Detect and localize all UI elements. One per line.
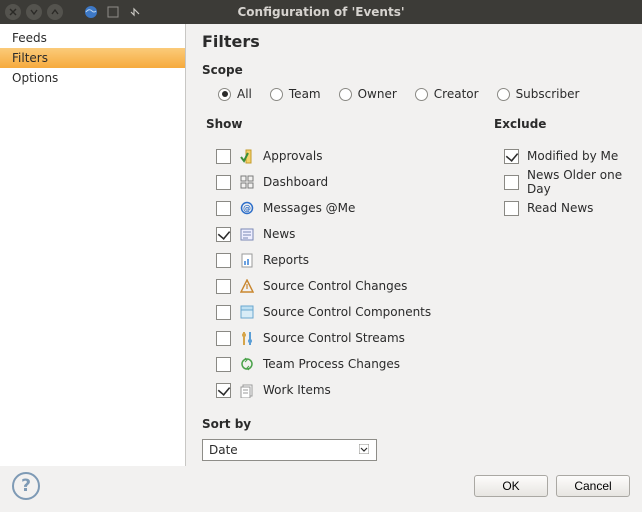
checkbox-source-control-components[interactable] xyxy=(216,305,231,320)
title-bar: Configuration of 'Events' xyxy=(0,0,642,24)
news-icon xyxy=(239,226,255,242)
reports-icon xyxy=(239,252,255,268)
app-icon xyxy=(83,4,99,20)
check-row: News xyxy=(206,225,446,243)
checkbox-label: Read News xyxy=(527,201,593,215)
scope-radio-creator[interactable] xyxy=(415,88,428,101)
scope-radio-subscriber[interactable] xyxy=(497,88,510,101)
checkbox-label: Modified by Me xyxy=(527,149,618,163)
checkbox-reports[interactable] xyxy=(216,253,231,268)
work-items-icon xyxy=(239,382,255,398)
sidebar-item-feeds[interactable]: Feeds xyxy=(0,28,185,48)
sidebar-item-options[interactable]: Options xyxy=(0,68,185,88)
checkbox-label: Work Items xyxy=(263,383,331,397)
sc-comp-icon xyxy=(239,304,255,320)
team-proc-icon xyxy=(239,356,255,372)
checkbox-label: Reports xyxy=(263,253,309,267)
check-row: Modified by Me xyxy=(494,147,626,165)
checkbox-label: Source Control Changes xyxy=(263,279,407,293)
checkbox-label: Messages @Me xyxy=(263,201,355,215)
sc-changes-icon xyxy=(239,278,255,294)
scope-radio-label: All xyxy=(237,87,252,101)
dashboard-icon xyxy=(239,174,255,190)
sidebar-item-filters[interactable]: Filters xyxy=(0,48,185,68)
exclude-label: Exclude xyxy=(494,117,626,131)
chevron-down-icon xyxy=(356,443,372,457)
checkbox-modified-by-me[interactable] xyxy=(504,149,519,164)
check-row: Approvals xyxy=(206,147,446,165)
checkbox-label: Source Control Components xyxy=(263,305,431,319)
sidebar: FeedsFiltersOptions xyxy=(0,24,186,466)
sc-stream-icon xyxy=(239,330,255,346)
sort-select[interactable]: Date xyxy=(202,439,377,461)
check-row: Work Items xyxy=(206,381,446,399)
check-row: Dashboard xyxy=(206,173,446,191)
messages-icon: @ xyxy=(239,200,255,216)
svg-text:@: @ xyxy=(243,204,251,213)
checkbox-label: Team Process Changes xyxy=(263,357,400,371)
scope-radio-all[interactable] xyxy=(218,88,231,101)
app-secondary-icon xyxy=(105,4,121,20)
window-close-button[interactable] xyxy=(5,4,21,20)
scope-radio-owner[interactable] xyxy=(339,88,352,101)
check-row: Reports xyxy=(206,251,446,269)
scope-radio-group: All Team Owner Creator Subscriber xyxy=(202,85,626,113)
check-row: Source Control Changes xyxy=(206,277,446,295)
checkbox-label: News xyxy=(263,227,295,241)
scope-radio-label: Team xyxy=(289,87,321,101)
checkbox-label: News Older one Day xyxy=(527,168,626,196)
content-pane: Filters Scope All Team Owner Creator Subscri… xyxy=(186,24,642,466)
check-row: Read News xyxy=(494,199,626,217)
scope-label: Scope xyxy=(202,63,626,77)
checkbox-label: Source Control Streams xyxy=(263,331,405,345)
ok-button[interactable]: OK xyxy=(474,475,548,497)
sort-select-value: Date xyxy=(209,443,238,457)
checkbox-label: Approvals xyxy=(263,149,323,163)
check-row: Source Control Components xyxy=(206,303,446,321)
approvals-icon xyxy=(239,148,255,164)
checkbox-news-older-one-day[interactable] xyxy=(504,175,519,190)
checkbox-dashboard[interactable] xyxy=(216,175,231,190)
dropdown-icon[interactable] xyxy=(127,4,143,20)
checkbox-source-control-changes[interactable] xyxy=(216,279,231,294)
checkbox-team-process-changes[interactable] xyxy=(216,357,231,372)
window-maximize-button[interactable] xyxy=(47,4,63,20)
exclude-list: Modified by Me News Older one Day Read New… xyxy=(494,147,626,217)
checkbox-approvals[interactable] xyxy=(216,149,231,164)
check-row: Team Process Changes xyxy=(206,355,446,373)
sort-label: Sort by xyxy=(202,417,626,431)
scope-radio-label: Owner xyxy=(358,87,397,101)
help-button[interactable]: ? xyxy=(12,472,40,500)
footer: ? OK Cancel xyxy=(0,466,642,512)
checkbox-source-control-streams[interactable] xyxy=(216,331,231,346)
check-row: @ Messages @Me xyxy=(206,199,446,217)
check-row: Source Control Streams xyxy=(206,329,446,347)
window-minimize-button[interactable] xyxy=(26,4,42,20)
cancel-button[interactable]: Cancel xyxy=(556,475,630,497)
scope-radio-label: Creator xyxy=(434,87,479,101)
checkbox-label: Dashboard xyxy=(263,175,328,189)
checkbox-work-items[interactable] xyxy=(216,383,231,398)
scope-radio-label: Subscriber xyxy=(516,87,580,101)
check-row: News Older one Day xyxy=(494,173,626,191)
show-label: Show xyxy=(206,117,446,131)
page-title: Filters xyxy=(202,32,626,51)
checkbox-messages-me[interactable] xyxy=(216,201,231,216)
checkbox-read-news[interactable] xyxy=(504,201,519,216)
show-list: Approvals Dashboard @ Messages @Me News Repor… xyxy=(206,147,446,399)
checkbox-news[interactable] xyxy=(216,227,231,242)
scope-radio-team[interactable] xyxy=(270,88,283,101)
